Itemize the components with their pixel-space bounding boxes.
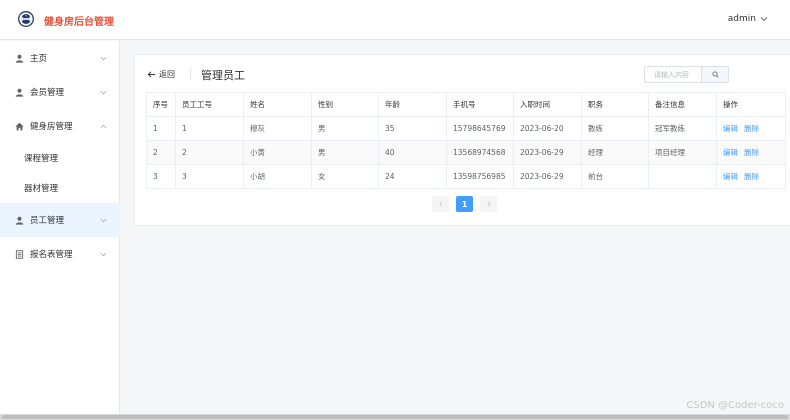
chevron-right-icon xyxy=(487,201,491,207)
pagination: 1 xyxy=(432,196,497,212)
action-cell: 编辑 删除 xyxy=(716,116,786,141)
sidebar-item-registrations[interactable]: 报名表管理 xyxy=(0,237,120,271)
user-menu[interactable]: admin xyxy=(728,14,768,24)
column-header: 职务 xyxy=(581,92,649,117)
edit-link[interactable]: 编辑 xyxy=(723,172,738,181)
chevron-down-icon xyxy=(760,17,768,22)
column-header: 手机号 xyxy=(446,92,514,117)
chevron-down-icon xyxy=(100,56,107,60)
sidebar-item-label: 报名表管理 xyxy=(30,250,73,260)
edit-link[interactable]: 编辑 xyxy=(723,148,738,157)
table-cell: 男 xyxy=(311,116,379,141)
app-title: 健身房后台管理 xyxy=(44,17,114,28)
chevron-down-icon xyxy=(100,90,107,94)
delete-link[interactable]: 删除 xyxy=(744,124,759,133)
sidebar-item-staff[interactable]: 员工管理 xyxy=(0,203,120,237)
table-cell: 1 xyxy=(146,116,176,141)
table-cell: 项目经理 xyxy=(648,140,717,165)
username: admin xyxy=(727,14,756,24)
user-icon xyxy=(15,216,24,225)
scrollbar-thumb[interactable] xyxy=(2,415,788,419)
back-label: 返回 xyxy=(159,70,175,79)
table-cell: 前台 xyxy=(581,164,649,189)
search-icon xyxy=(711,71,719,78)
column-header: 姓名 xyxy=(243,92,312,117)
table-cell: 小黄 xyxy=(243,140,312,165)
gym-logo-icon xyxy=(18,11,34,27)
table-cell: 13568974568 xyxy=(446,140,514,165)
sidebar-subitem-equipment[interactable]: 器材管理 xyxy=(0,171,120,205)
sidebar-item-label: 器材管理 xyxy=(24,184,59,194)
table-cell: 13598756985 xyxy=(446,164,514,189)
table-cell: 2 xyxy=(175,140,244,165)
table-cell: 教练 xyxy=(581,116,649,141)
top-header: 健身房后台管理 admin xyxy=(0,0,790,40)
delete-link[interactable]: 删除 xyxy=(744,148,759,157)
sidebar-item-label: 主页 xyxy=(30,54,48,64)
chevron-left-icon xyxy=(438,201,442,207)
table-cell: 男 xyxy=(311,140,379,165)
watermark: CSDN @Coder-coco xyxy=(686,400,784,411)
chevron-up-icon xyxy=(100,124,107,128)
page-number-button[interactable]: 1 xyxy=(456,196,473,212)
page-title: 管理员工 xyxy=(201,69,245,82)
table-cell: 35 xyxy=(378,116,447,141)
column-header: 备注信息 xyxy=(648,92,717,117)
edit-link[interactable]: 编辑 xyxy=(723,124,738,133)
table-cell: 2023-06-29 xyxy=(513,140,582,165)
action-cell: 编辑 删除 xyxy=(716,164,786,189)
sidebar-item-label: 会员管理 xyxy=(30,88,65,98)
table-cell: 3 xyxy=(175,164,244,189)
prev-page-button[interactable] xyxy=(432,196,449,212)
column-header: 年龄 xyxy=(378,92,447,117)
table-cell: 24 xyxy=(378,164,447,189)
action-cell: 编辑 删除 xyxy=(716,140,786,165)
table-cell: 15798645769 xyxy=(446,116,514,141)
next-page-button[interactable] xyxy=(480,196,497,212)
sidebar-item-members[interactable]: 会员管理 xyxy=(0,75,120,109)
user-icon xyxy=(15,54,24,63)
header-divider xyxy=(190,69,191,79)
staff-table: 序号 员工工号 姓名 性别 年龄 手机号 入职时间 职务 备注信息 操作 1 1… xyxy=(146,92,786,189)
horizontal-scrollbar[interactable] xyxy=(0,414,790,420)
table-row: 2 2 小黄 男 40 13568974568 2023-06-29 经理 项目… xyxy=(146,140,786,165)
table-cell: 女 xyxy=(311,164,379,189)
chevron-down-icon xyxy=(100,218,107,222)
column-header: 员工工号 xyxy=(175,92,244,117)
delete-link[interactable]: 删除 xyxy=(744,172,759,181)
sidebar-item-label: 员工管理 xyxy=(30,216,65,226)
sidebar-item-label: 课程管理 xyxy=(24,154,59,164)
table-cell: 40 xyxy=(378,140,447,165)
staff-card: 返回 管理员工 序号 员工工号 姓名 性别 年龄 手机号 入职时间 职务 备注信… xyxy=(134,54,790,226)
arrow-left-icon xyxy=(147,71,156,78)
column-header: 入职时间 xyxy=(513,92,582,117)
table-cell: 小胡 xyxy=(243,164,312,189)
table-cell: 经理 xyxy=(581,140,649,165)
table-cell xyxy=(648,164,717,189)
sidebar-item-label: 健身房管理 xyxy=(30,122,73,132)
sidebar: 主页 会员管理 健身房管理 课程管理 器材管理 员工管理 报名表管理 xyxy=(0,41,120,420)
table-row: 3 3 小胡 女 24 13598756985 2023-06-29 前台 编辑… xyxy=(146,164,786,189)
table-row: 1 1 穆灰 男 35 15798645769 2023-06-20 教练 冠军… xyxy=(146,116,786,141)
table-cell: 2023-06-29 xyxy=(513,164,582,189)
table-cell: 1 xyxy=(175,116,244,141)
document-icon xyxy=(15,249,24,259)
table-cell: 2023-06-20 xyxy=(513,116,582,141)
sidebar-subitem-courses[interactable]: 课程管理 xyxy=(0,141,120,175)
table-header-row: 序号 员工工号 姓名 性别 年龄 手机号 入职时间 职务 备注信息 操作 xyxy=(146,92,786,117)
table-cell: 冠军教练 xyxy=(648,116,717,141)
column-header: 操作 xyxy=(716,92,786,117)
sidebar-item-home[interactable]: 主页 xyxy=(0,41,120,75)
table-cell: 3 xyxy=(146,164,176,189)
column-header: 性别 xyxy=(311,92,379,117)
back-button[interactable]: 返回 xyxy=(147,69,175,80)
table-cell: 2 xyxy=(146,140,176,165)
sidebar-item-gym[interactable]: 健身房管理 xyxy=(0,109,120,143)
search-button[interactable] xyxy=(701,66,729,83)
chevron-down-icon xyxy=(100,252,107,256)
home-icon xyxy=(15,122,24,130)
column-header: 序号 xyxy=(146,92,176,117)
user-icon xyxy=(15,88,24,97)
table-cell: 穆灰 xyxy=(243,116,312,141)
